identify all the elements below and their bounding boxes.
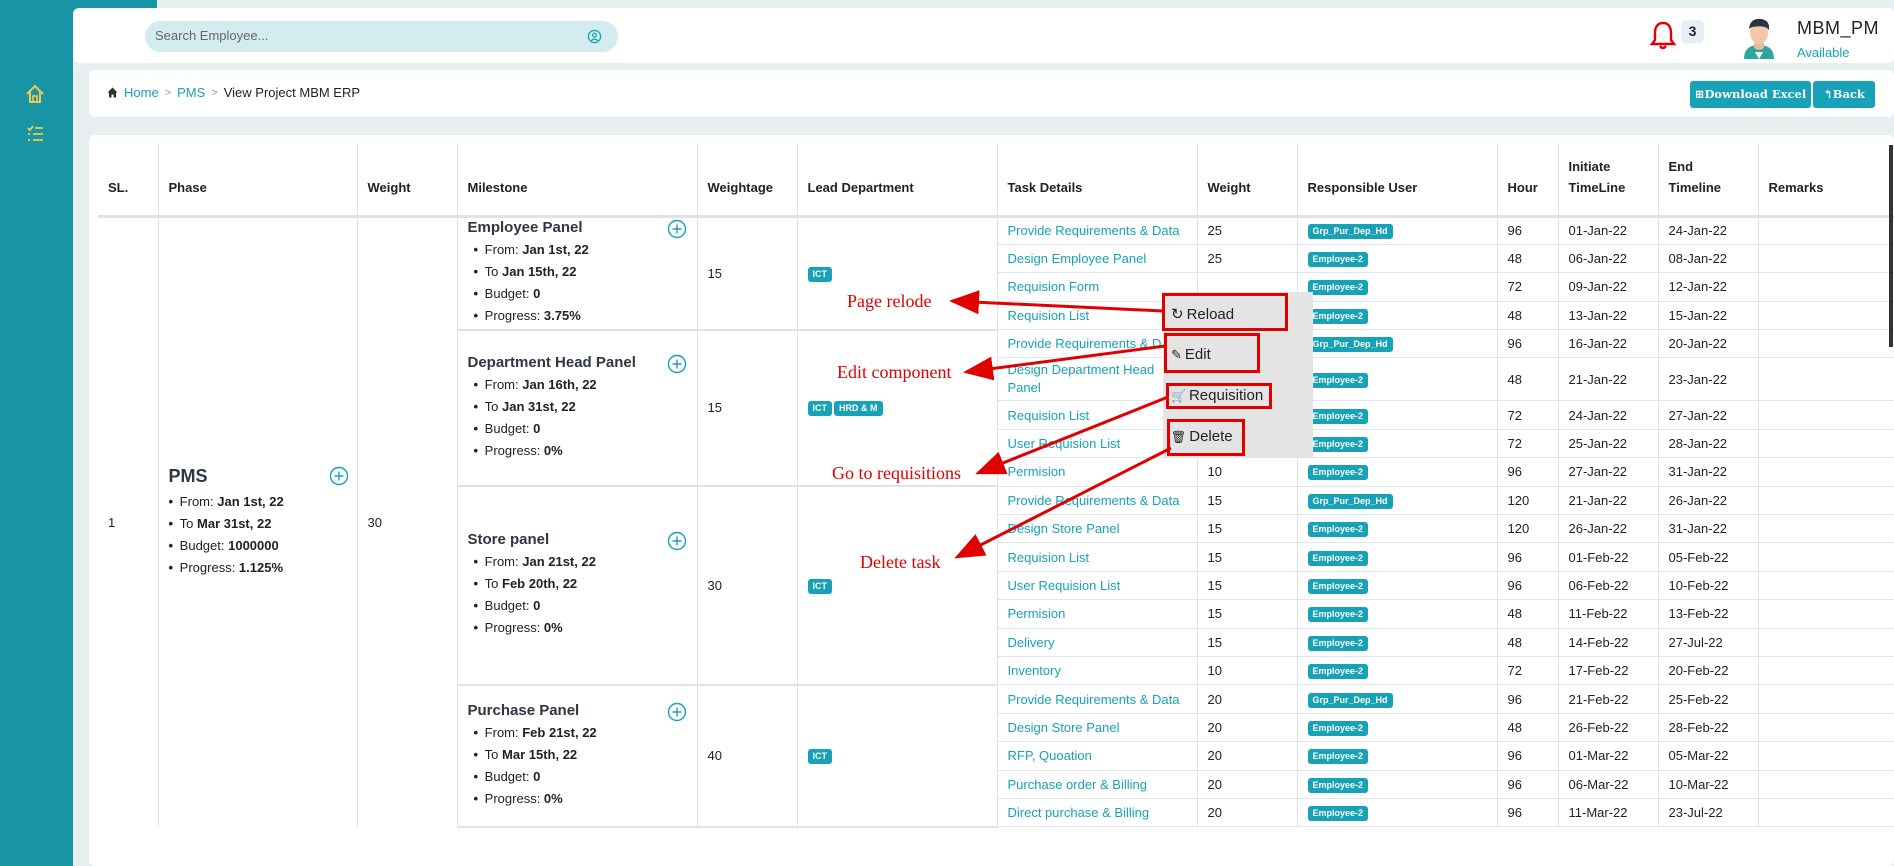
arrow-requisition	[975, 395, 1169, 475]
arrow-delete	[954, 446, 1172, 559]
annotation-arrows	[949, 290, 1172, 559]
arrow-edit	[963, 344, 1166, 381]
arrow-reload	[949, 290, 1164, 315]
